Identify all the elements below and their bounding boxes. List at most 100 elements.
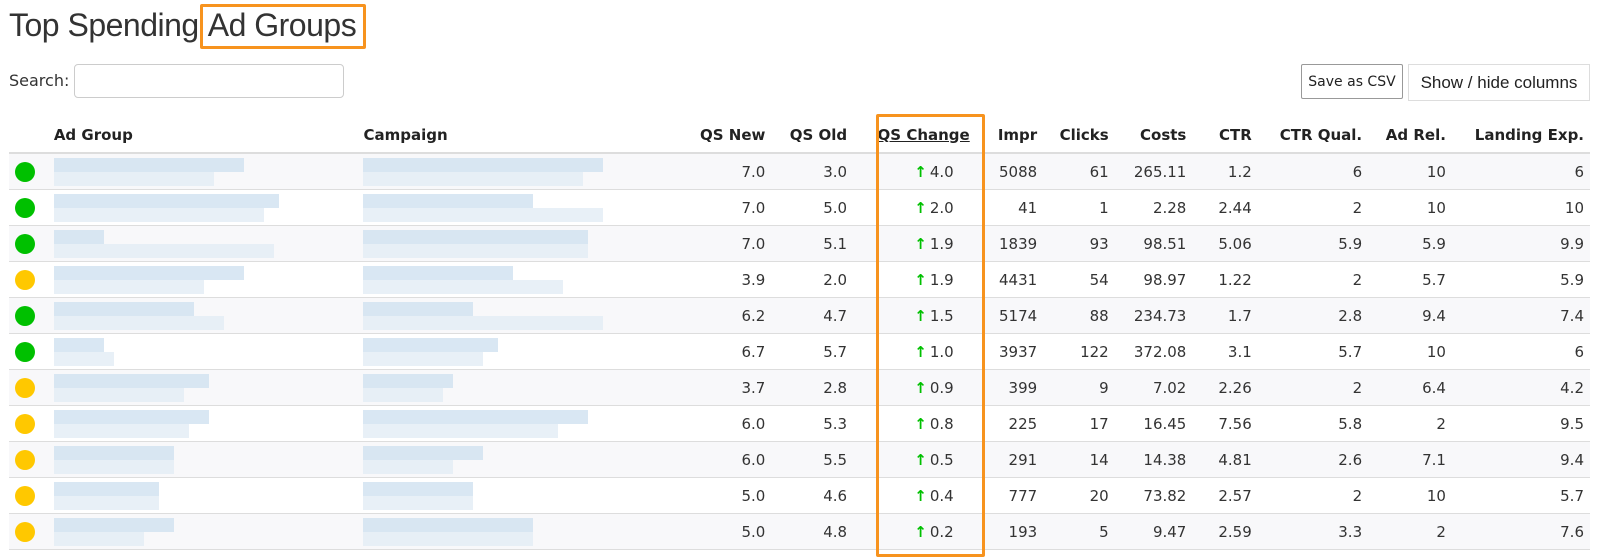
campaign-cell[interactable] bbox=[357, 333, 665, 370]
clicks-value: 9 bbox=[1099, 378, 1109, 397]
table-row[interactable]: 7.0 3.0 ↑ 4.0 5088 61 265.11 1.2 6 10 6 bbox=[9, 153, 1590, 190]
landing-exp-cell: 7.6 bbox=[1451, 513, 1590, 550]
landing-exp-value: 5.9 bbox=[1560, 270, 1584, 289]
campaign-cell[interactable] bbox=[357, 225, 665, 262]
costs-cell: 14.38 bbox=[1114, 441, 1193, 478]
column-header-qs-change[interactable]: QS Change bbox=[853, 117, 976, 154]
costs-value: 14.38 bbox=[1143, 450, 1187, 469]
qs-change-value: 0.2 bbox=[929, 522, 954, 541]
column-header-campaign[interactable]: Campaign bbox=[357, 117, 665, 154]
ad-group-cell[interactable] bbox=[47, 333, 358, 370]
table-row[interactable]: 3.7 2.8 ↑ 0.9 399 9 7.02 2.26 2 6.4 4.2 bbox=[9, 369, 1590, 406]
impr-cell: 5174 bbox=[975, 297, 1044, 334]
column-header-qs-old[interactable]: QS Old bbox=[771, 117, 854, 154]
status-cell bbox=[9, 297, 48, 334]
ad-group-cell[interactable] bbox=[47, 369, 358, 406]
column-header-ad-rel[interactable]: Ad Rel. bbox=[1368, 117, 1452, 154]
ctr-qual-cell: 6 bbox=[1257, 153, 1369, 190]
qs-old-value: 5.3 bbox=[823, 414, 848, 433]
costs-value: 265.11 bbox=[1133, 162, 1187, 181]
qs-old-value: 5.5 bbox=[823, 450, 848, 469]
clicks-cell: 9 bbox=[1043, 369, 1115, 406]
table-row[interactable]: 3.9 2.0 ↑ 1.9 4431 54 98.97 1.22 2 5.7 5.9 bbox=[9, 261, 1590, 298]
landing-exp-value: 9.4 bbox=[1560, 450, 1584, 469]
qs-old-cell: 5.7 bbox=[771, 333, 854, 370]
ctr-qual-cell: 5.9 bbox=[1257, 225, 1369, 262]
arrow-up-icon: ↑ bbox=[914, 198, 927, 217]
redacted-text bbox=[53, 226, 299, 261]
campaign-cell[interactable] bbox=[357, 189, 665, 226]
ad-group-cell[interactable] bbox=[47, 189, 358, 226]
column-header-ad-group[interactable]: Ad Group bbox=[47, 117, 358, 154]
column-header-label: CTR bbox=[1218, 125, 1252, 144]
qs-old-cell: 4.8 bbox=[771, 513, 854, 550]
column-header-status[interactable] bbox=[9, 117, 48, 154]
column-header-impr[interactable]: Impr bbox=[975, 117, 1044, 154]
table-row[interactable]: 7.0 5.0 ↑ 2.0 41 1 2.28 2.44 2 10 10 bbox=[9, 189, 1590, 226]
costs-cell: 16.45 bbox=[1114, 405, 1193, 442]
campaign-cell[interactable] bbox=[357, 369, 665, 406]
status-cell bbox=[9, 369, 48, 406]
table-row[interactable]: 6.7 5.7 ↑ 1.0 3937 122 372.08 3.1 5.7 10 6 bbox=[9, 333, 1590, 370]
search-input[interactable] bbox=[74, 64, 344, 98]
ad-group-cell[interactable] bbox=[47, 261, 358, 298]
ctr-qual-value: 5.8 bbox=[1338, 414, 1363, 433]
qs-new-cell: 5.0 bbox=[664, 513, 772, 550]
qs-change-cell: ↑ 0.4 bbox=[853, 477, 976, 514]
costs-cell: 98.97 bbox=[1114, 261, 1193, 298]
column-header-landing-exp[interactable]: Landing Exp. bbox=[1451, 117, 1590, 154]
ad-group-cell[interactable] bbox=[47, 297, 358, 334]
ctr-cell: 1.7 bbox=[1192, 297, 1258, 334]
column-header-ctr-qual[interactable]: CTR Qual. bbox=[1257, 117, 1369, 154]
campaign-cell[interactable] bbox=[357, 297, 665, 334]
redacted-text bbox=[363, 298, 608, 333]
redacted-text bbox=[363, 406, 608, 441]
landing-exp-value: 4.2 bbox=[1560, 378, 1584, 397]
redacted-text bbox=[363, 334, 608, 369]
ad-group-cell[interactable] bbox=[47, 225, 358, 262]
qs-change-cell: ↑ 0.8 bbox=[853, 405, 976, 442]
ad-group-cell[interactable] bbox=[47, 477, 358, 514]
campaign-cell[interactable] bbox=[357, 405, 665, 442]
status-cell bbox=[9, 333, 48, 370]
campaign-cell[interactable] bbox=[357, 441, 665, 478]
redacted-text bbox=[53, 370, 299, 405]
ad-rel-cell: 10 bbox=[1368, 477, 1452, 514]
column-header-label: QS Change bbox=[877, 125, 970, 144]
qs-old-value: 5.0 bbox=[823, 198, 848, 217]
qs-old-cell: 5.1 bbox=[771, 225, 854, 262]
campaign-cell[interactable] bbox=[357, 477, 665, 514]
qs-change-value: 1.9 bbox=[929, 234, 954, 253]
column-header-qs-new[interactable]: QS New bbox=[664, 117, 772, 154]
qs-new-value: 7.0 bbox=[741, 162, 766, 181]
qs-old-cell: 2.0 bbox=[771, 261, 854, 298]
status-cell bbox=[9, 189, 48, 226]
qs-change-value: 0.9 bbox=[929, 378, 954, 397]
table-row[interactable]: 7.0 5.1 ↑ 1.9 1839 93 98.51 5.06 5.9 5.9 9.9 bbox=[9, 225, 1590, 262]
table-row[interactable]: 5.0 4.8 ↑ 0.2 193 5 9.47 2.59 3.3 2 7.6 bbox=[9, 513, 1590, 550]
column-header-clicks[interactable]: Clicks bbox=[1043, 117, 1115, 154]
column-header-ctr[interactable]: CTR bbox=[1192, 117, 1258, 154]
qs-change-cell: ↑ 1.0 bbox=[853, 333, 976, 370]
ctr-qual-cell: 2 bbox=[1257, 477, 1369, 514]
save-as-csv-button[interactable]: Save as CSV bbox=[1301, 64, 1403, 99]
campaign-cell[interactable] bbox=[357, 513, 665, 550]
impr-value: 41 bbox=[1018, 198, 1038, 217]
ad-group-cell[interactable] bbox=[47, 405, 358, 442]
table-row[interactable]: 6.2 4.7 ↑ 1.5 5174 88 234.73 1.7 2.8 9.4 7.4 bbox=[9, 297, 1590, 334]
clicks-cell: 1 bbox=[1043, 189, 1115, 226]
ad-group-cell[interactable] bbox=[47, 153, 358, 190]
ad-group-cell[interactable] bbox=[47, 441, 358, 478]
redacted-text bbox=[53, 442, 299, 477]
column-header-costs[interactable]: Costs bbox=[1114, 117, 1193, 154]
table-row[interactable]: 5.0 4.6 ↑ 0.4 777 20 73.82 2.57 2 10 5.7 bbox=[9, 477, 1590, 514]
qs-change-value: 2.0 bbox=[929, 198, 954, 217]
table-row[interactable]: 6.0 5.3 ↑ 0.8 225 17 16.45 7.56 5.8 2 9.5 bbox=[9, 405, 1590, 442]
campaign-cell[interactable] bbox=[357, 261, 665, 298]
ad-group-cell[interactable] bbox=[47, 513, 358, 550]
ad-groups-table: Ad Group Campaign QS New QS Old QS Change Imp… bbox=[9, 117, 1590, 550]
qs-change-value: 0.5 bbox=[929, 450, 954, 469]
show-hide-columns-button[interactable]: Show / hide columns bbox=[1408, 64, 1590, 101]
campaign-cell[interactable] bbox=[357, 153, 665, 190]
table-row[interactable]: 6.0 5.5 ↑ 0.5 291 14 14.38 4.81 2.6 7.1 9.4 bbox=[9, 441, 1590, 478]
